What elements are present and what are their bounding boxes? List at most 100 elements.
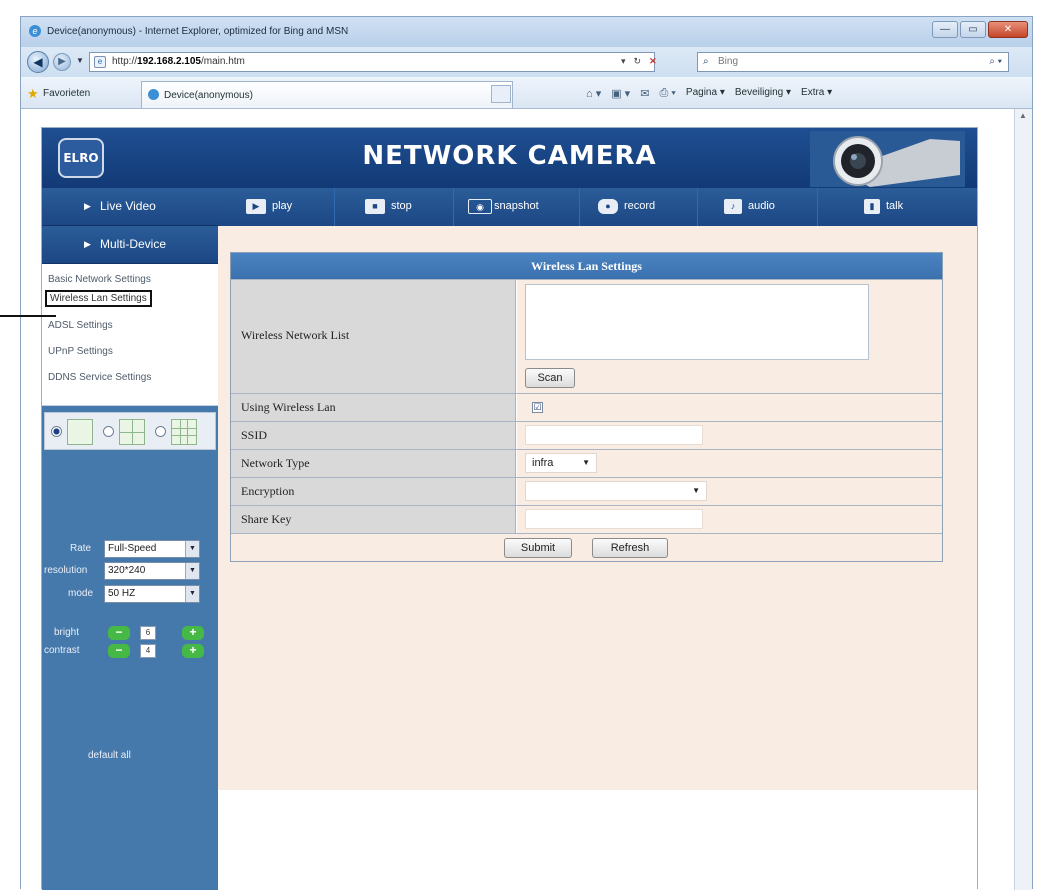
menu-ddns-service-settings[interactable]: DDNS Service Settings [48, 372, 151, 383]
camera-image-icon [810, 131, 965, 187]
contrast-value: 4 [140, 644, 156, 658]
security-menu[interactable]: Beveiliging ▾ [735, 87, 791, 100]
command-bar: ⌂ ▾ ▣ ▾ ✉ ⎙ ▾ Pagina ▾ Beveiliging ▾ Ext… [586, 87, 832, 100]
layout-4-radio[interactable] [103, 426, 114, 437]
feeds-icon[interactable]: ▣ ▾ [611, 87, 630, 100]
menu-wireless-lan-settings[interactable]: Wireless Lan Settings [45, 290, 152, 307]
address-dropdown-icon[interactable]: ▾ [621, 56, 626, 67]
snapshot-button[interactable]: ◉ snapshot [454, 188, 580, 226]
settings-menu: Basic Network Settings Wireless Lan Sett… [42, 264, 218, 406]
back-button[interactable]: ◀ [27, 51, 49, 73]
play-arrow-icon: ▶ [84, 239, 91, 249]
bright-decrease-button[interactable]: − [108, 626, 130, 640]
tools-menu[interactable]: Extra ▾ [801, 87, 832, 100]
new-tab-button[interactable] [491, 85, 511, 103]
resolution-select[interactable]: 320*240 ▼ [104, 562, 200, 580]
contrast-decrease-button[interactable]: − [108, 644, 130, 658]
address-row: ◀ ▶ ▼ e http://192.168.2.105/main.htm ▾ … [21, 47, 1032, 77]
search-box[interactable]: ⌕ Bing ⌕ ▾ [697, 52, 1009, 72]
mode-label: mode [68, 588, 94, 599]
forward-button[interactable]: ▶ [53, 53, 71, 71]
window-title: Device(anonymous) - Internet Explorer, o… [47, 26, 349, 37]
chevron-down-icon: ▼ [692, 486, 700, 495]
multi-device-label: Multi-Device [100, 237, 167, 251]
quad-view-icon [119, 419, 145, 445]
record-button[interactable]: ● record [580, 188, 698, 226]
wireless-network-list[interactable] [525, 284, 869, 360]
layout-1-radio[interactable] [51, 426, 62, 437]
menu-adsl-settings[interactable]: ADSL Settings [48, 320, 113, 331]
resolution-value: 320*240 [108, 565, 146, 576]
search-icon[interactable]: ⌕ ▾ [989, 56, 1002, 67]
default-all-link[interactable]: default all [88, 750, 131, 761]
network-type-label: Network Type [241, 456, 310, 470]
rate-select[interactable]: Full-Speed ▼ [104, 540, 200, 558]
play-button[interactable]: ▶ play [218, 188, 335, 226]
encryption-select[interactable]: ▼ [525, 481, 707, 501]
browser-tab[interactable]: Device(anonymous) [141, 81, 513, 108]
maximize-button[interactable]: ▭ [960, 21, 986, 38]
network-list-row: Wireless Network List Scan [231, 279, 942, 393]
chevron-down-icon: ▼ [582, 458, 590, 467]
menu-basic-network-settings[interactable]: Basic Network Settings [48, 274, 151, 285]
using-wireless-checkbox[interactable]: ☑ [532, 402, 543, 413]
audio-button[interactable]: ♪ audio [698, 188, 818, 226]
layout-9-radio[interactable] [155, 426, 166, 437]
camera-app: ELRO NETWORK CAMERA ▶ Live Video ▶ Multi… [41, 127, 978, 890]
stop-icon[interactable]: ✕ [649, 56, 657, 67]
view-layout-selector [44, 412, 216, 450]
submit-button[interactable]: Submit [504, 538, 572, 558]
url-path: /main.htm [200, 56, 245, 67]
stop-button[interactable]: ■ stop [335, 188, 454, 226]
contrast-increase-button[interactable]: + [182, 644, 204, 658]
share-key-label: Share Key [241, 512, 292, 526]
refresh-icon[interactable]: ↻ [634, 56, 642, 67]
url-host: 192.168.2.105 [137, 56, 201, 67]
share-key-input[interactable] [525, 509, 703, 529]
rate-label: Rate [70, 543, 92, 554]
chevron-down-icon: ▼ [185, 541, 199, 557]
vertical-scrollbar[interactable]: ▲ [1014, 109, 1032, 890]
history-dropdown-icon[interactable]: ▼ [76, 56, 84, 65]
network-type-value: infra [532, 457, 554, 469]
ssid-input[interactable] [525, 425, 703, 445]
app-banner: ELRO NETWORK CAMERA [42, 128, 977, 188]
bright-label: bright [54, 627, 80, 638]
video-toolbar: ▶ play ■ stop ◉ snapshot ● record ♪ audi… [218, 188, 977, 226]
print-icon[interactable]: ⎙ ▾ [659, 87, 675, 100]
favorites-star-icon[interactable]: ★ [27, 86, 39, 102]
network-type-select[interactable]: infra ▼ [525, 453, 597, 473]
using-wireless-label: Using Wireless Lan [241, 400, 336, 414]
wireless-lan-form: Wireless Lan Settings Wireless Network L… [230, 252, 943, 562]
home-icon[interactable]: ⌂ ▾ [586, 87, 601, 100]
menu-upnp-settings[interactable]: UPnP Settings [48, 346, 113, 357]
record-label: record [624, 200, 656, 212]
encryption-row: Encryption ▼ [231, 477, 942, 505]
page-favicon-icon: e [94, 56, 106, 68]
url-prefix: http:// [112, 56, 138, 67]
bright-increase-button[interactable]: + [182, 626, 204, 640]
address-bar[interactable]: e http://192.168.2.105/main.htm [89, 52, 655, 72]
mail-icon[interactable]: ✉ [640, 87, 649, 100]
scan-button[interactable]: Scan [525, 368, 575, 388]
minimize-button[interactable]: — [932, 21, 958, 38]
play-icon: ▶ [246, 199, 266, 214]
play-label: play [272, 200, 293, 212]
camera-icon: ◉ [468, 199, 492, 214]
close-button[interactable]: ✕ [988, 21, 1028, 38]
multi-device-button[interactable]: ▶ Multi-Device [42, 226, 218, 264]
main-content: Wireless Lan Settings Wireless Network L… [218, 226, 977, 890]
network-type-row: Network Type infra ▼ [231, 449, 942, 477]
refresh-button[interactable]: Refresh [592, 538, 668, 558]
mode-select[interactable]: 50 HZ ▼ [104, 585, 200, 603]
settings-panel: Wireless Lan Settings Wireless Network L… [218, 226, 977, 790]
audio-label: audio [748, 200, 775, 212]
page-menu[interactable]: Pagina ▾ [686, 87, 725, 100]
microphone-icon: ▮ [864, 199, 880, 214]
live-video-button[interactable]: ▶ Live Video [42, 188, 218, 226]
favorites-button[interactable]: Favorieten [43, 88, 90, 99]
favorites-bar: ★ Favorieten Device(anonymous) ⌂ ▾ ▣ ▾ ✉… [21, 77, 1032, 109]
speaker-icon: ♪ [724, 199, 742, 214]
talk-button[interactable]: ▮ talk [818, 188, 977, 226]
scroll-up-icon[interactable]: ▲ [1019, 111, 1027, 120]
